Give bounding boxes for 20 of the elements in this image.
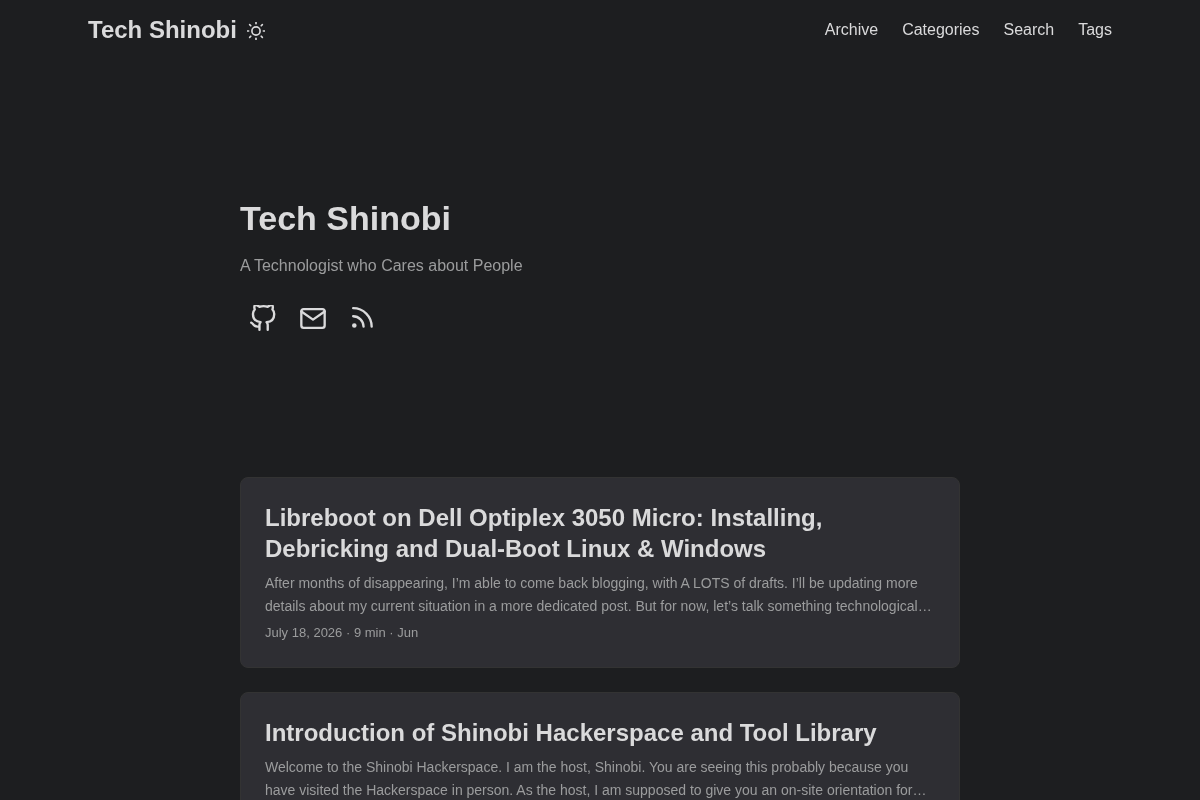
hero-title: Tech Shinobi (240, 198, 452, 239)
nav-link[interactable]: Search (1003, 20, 1055, 40)
post-title: Introduction of Shinobi Hackerspace and Tool Library (265, 718, 878, 749)
mail-icon (300, 307, 326, 329)
site-logo[interactable]: Tech Shinobi (88, 18, 237, 42)
post-excerpt: After months of disappearing, I’m able to come back blogging, with A LOTS of drafts. I’ll be updating more details about my current situation in a more dedicated post. But for now, let’s talk something technological… (265, 574, 933, 616)
nav-link[interactable]: Tags (1078, 20, 1112, 40)
social-link[interactable] (300, 305, 326, 331)
social-link[interactable] (350, 305, 376, 331)
post-meta: July 18, 2026 · 9 min · Jun (265, 624, 420, 643)
sun-icon (246, 22, 265, 40)
rss-icon (352, 307, 374, 329)
hero-subtitle: A Technologist who Cares about People (240, 256, 524, 276)
nav-link[interactable]: Categories (902, 20, 980, 40)
post-title: Libreboot on Dell Optiplex 3050 Micro: Installing, Debricking and Dual-Boot Linux & Windows (265, 503, 824, 565)
github-icon (250, 305, 276, 331)
post-excerpt: Welcome to the Shinobi Hackerspace. I am the host, Shinobi. You are seeing this probably because you have visited the Hackerspace in person. As the host, I am supposed to give you an on-site orientation for… (265, 758, 928, 800)
social-link[interactable] (250, 305, 276, 331)
theme-toggle-button[interactable] (246, 22, 265, 40)
nav-link[interactable]: Archive (824, 20, 879, 40)
